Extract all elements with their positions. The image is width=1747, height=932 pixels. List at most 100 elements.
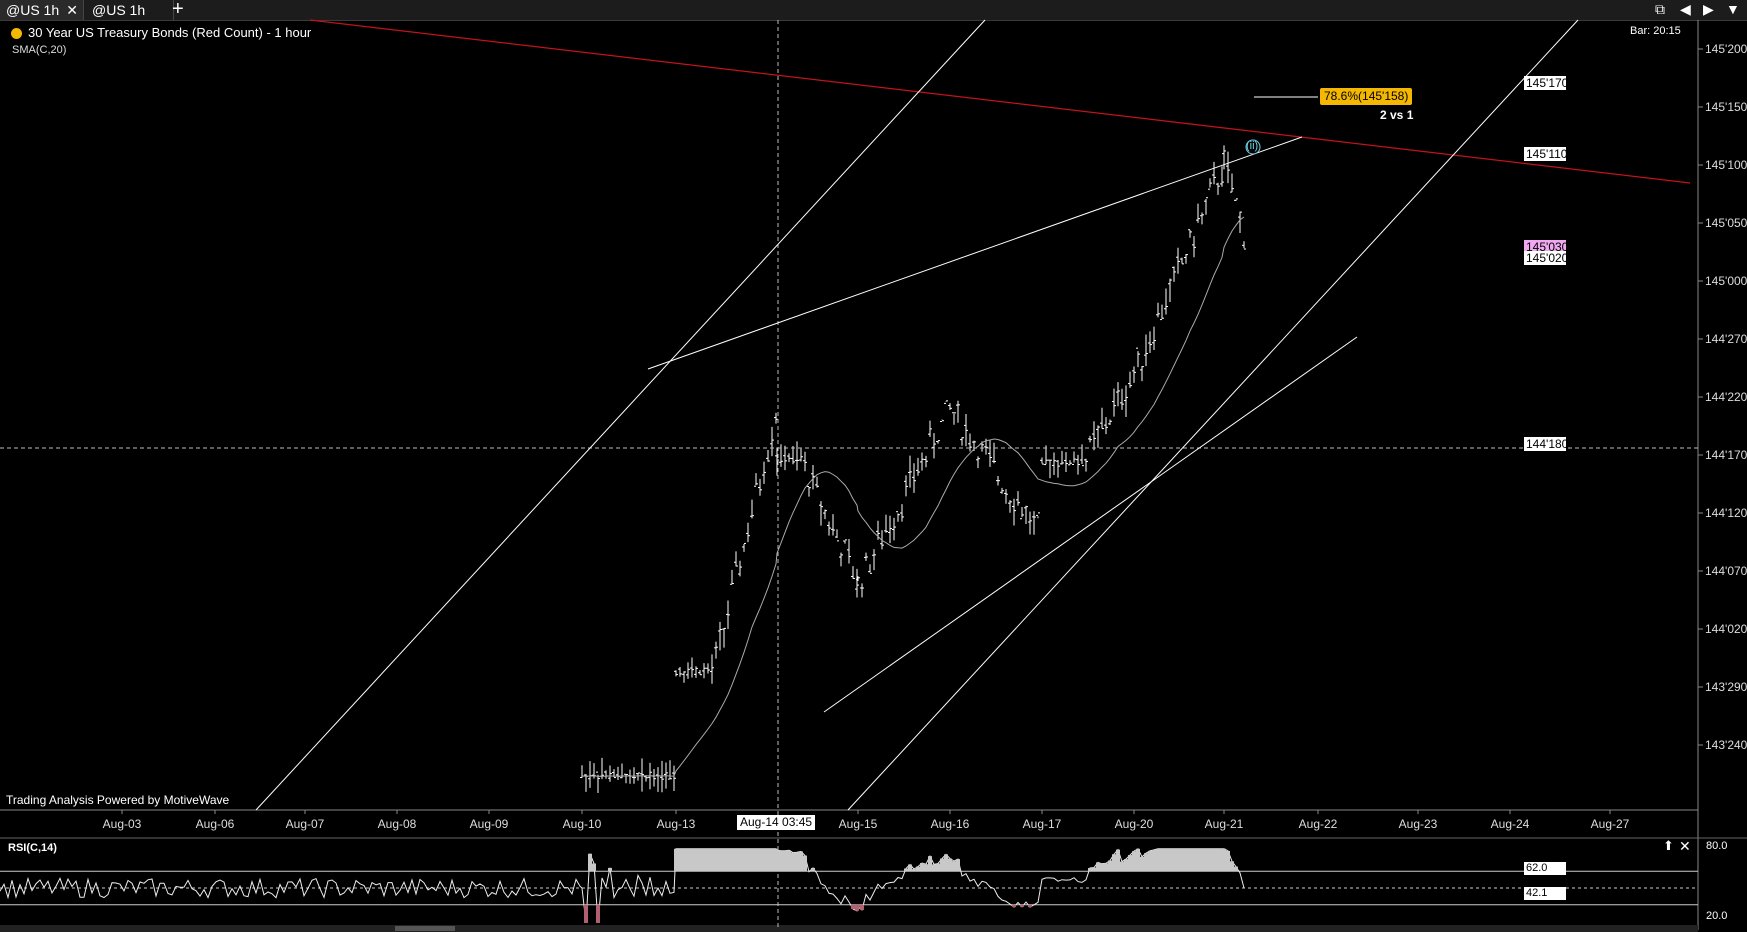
rsi-overbought-fill xyxy=(588,853,592,872)
rsi-oversold-fill xyxy=(1028,904,1032,908)
rsi-tick-20: 20.0 xyxy=(1706,910,1728,922)
rsi-overbought-fill xyxy=(1112,854,1116,872)
rsi-overbought-fill xyxy=(1216,848,1220,872)
rsi-overbought-fill xyxy=(770,848,774,872)
rsi-overbought-fill xyxy=(722,848,726,872)
rsi-overbought-fill xyxy=(1156,848,1160,872)
rsi-overbought-fill xyxy=(1144,853,1148,872)
rsi-oversold-fill xyxy=(584,904,588,923)
y-tick-label: 144'270 xyxy=(1705,332,1747,346)
x-tick-label: Aug-08 xyxy=(378,817,417,831)
rsi-overbought-fill xyxy=(791,852,795,872)
rsi-overbought-fill xyxy=(1184,848,1188,872)
y-tick-label: 145'100 xyxy=(1705,158,1747,172)
rsi-title[interactable]: RSI(C,14) xyxy=(8,842,57,854)
y-tick-label: 145'000 xyxy=(1705,274,1747,288)
rsi-overbought-fill xyxy=(1234,866,1238,872)
rsi-overbought-fill xyxy=(698,848,702,872)
price-tag-high: 145'170 xyxy=(1524,76,1566,90)
rsi-overbought-fill xyxy=(1132,851,1136,872)
rsi-overbought-fill xyxy=(762,848,766,872)
x-tick-label: Aug-24 xyxy=(1491,817,1530,831)
y-tick-label: 144'170 xyxy=(1705,448,1747,462)
x-tick-label: Aug-17 xyxy=(1023,817,1062,831)
red-trendline xyxy=(309,19,1691,184)
rsi-scrollbar-track xyxy=(0,925,1698,932)
rsi-overbought-fill xyxy=(690,848,694,872)
rsi-overbought-fill xyxy=(742,848,746,872)
rsi-overbought-fill xyxy=(1212,848,1216,872)
rsi-overbought-fill xyxy=(1124,859,1128,872)
price-tag-wave: 145'110 xyxy=(1524,147,1566,161)
rsi-overbought-fill xyxy=(1160,848,1164,872)
rsi-overbought-fill xyxy=(956,859,960,872)
close-icon[interactable]: ✕ xyxy=(1679,838,1691,855)
rsi-overbought-fill xyxy=(1136,848,1140,872)
rsi-overbought-fill xyxy=(1176,848,1180,872)
rsi-overbought-fill xyxy=(686,848,690,872)
rsi-overbought-fill xyxy=(1104,863,1108,872)
wave-compare-label: 2 vs 1 xyxy=(1380,108,1414,122)
rsi-overbought-fill xyxy=(726,848,730,872)
x-tick-label: Aug-27 xyxy=(1591,817,1630,831)
rsi-overbought-fill xyxy=(1168,848,1172,872)
rsi-overbought-fill xyxy=(750,848,754,872)
x-tick-label: Aug-23 xyxy=(1399,817,1438,831)
rsi-overbought-fill xyxy=(1120,861,1124,872)
x-tick-label: Aug-21 xyxy=(1205,817,1244,831)
x-tick-label: Aug-16 xyxy=(931,817,970,831)
rsi-scrollbar-thumb xyxy=(395,926,455,931)
price-tag-crosshair: 144'180 xyxy=(1524,437,1566,451)
y-tick-label: 144'220 xyxy=(1705,390,1747,404)
rsi-overbought-fill xyxy=(920,863,924,872)
crosshair-date-tag: Aug-14 03:45 xyxy=(737,815,816,830)
arrow-up-icon[interactable]: ⬆ xyxy=(1663,838,1674,854)
chart-title: 30 Year US Treasury Bonds (Red Count) - … xyxy=(28,25,312,40)
rsi-overbought-fill xyxy=(1204,848,1208,872)
rsi-overbought-fill xyxy=(775,850,779,872)
rsi-oversold-fill xyxy=(856,904,860,907)
rsi-overbought-fill xyxy=(702,848,706,872)
rsi-overbought-fill xyxy=(608,867,612,872)
rsi-overbought-fill xyxy=(758,848,762,872)
watermark: Trading Analysis Powered by MotiveWave xyxy=(6,793,230,807)
y-tick-label: 143'240 xyxy=(1705,738,1747,752)
y-tick-label: 145'150 xyxy=(1705,100,1747,114)
rsi-overbought-fill xyxy=(1164,848,1168,872)
rsi-overbought-fill xyxy=(730,848,734,872)
rsi-overbought-fill xyxy=(912,869,916,872)
rsi-line xyxy=(0,848,1245,924)
rsi-overbought-fill xyxy=(1116,849,1120,872)
rsi-overbought-fill xyxy=(718,848,722,872)
rsi-overbought-fill xyxy=(682,848,686,872)
rsi-overbought-fill xyxy=(783,850,787,872)
bar-time: Bar: 20:15 xyxy=(1630,25,1681,37)
y-tick-label: 144'120 xyxy=(1705,506,1747,520)
rsi-upper-tag: 62.0 xyxy=(1524,862,1566,875)
wave-ii-label[interactable]: (ii) xyxy=(1246,140,1258,152)
sma-indicator-label[interactable]: SMA(C,20) xyxy=(12,44,66,56)
y-tick-label: 145'050 xyxy=(1705,216,1747,230)
rsi-overbought-fill xyxy=(932,864,936,872)
rsi-overbought-fill xyxy=(908,864,912,872)
y-tick-label: 145'200 xyxy=(1705,42,1747,56)
price-tag-last: 145'020 xyxy=(1524,251,1566,265)
rsi-overbought-fill xyxy=(1230,861,1234,872)
rsi-overbought-fill xyxy=(674,848,678,872)
rsi-overbought-fill xyxy=(940,858,944,872)
price-chart[interactable]: 145'200 145'150 145'100 145'050 145'000 144'2… xyxy=(0,0,1747,932)
rsi-overbought-fill xyxy=(936,863,940,872)
channel-line-left xyxy=(255,19,986,811)
x-tick-label: Aug-20 xyxy=(1115,817,1154,831)
rsi-overbought-fill xyxy=(1192,848,1196,872)
rsi-overbought-fill xyxy=(811,867,815,872)
rsi-overbought-fill xyxy=(1222,848,1226,872)
fib-retracement-label[interactable]: 78.6%(145'158) xyxy=(1320,88,1413,105)
x-tick-label: Aug-13 xyxy=(657,817,696,831)
rsi-oversold-fill xyxy=(851,904,855,909)
x-tick-label: Aug-06 xyxy=(196,817,235,831)
x-tick-label: Aug-10 xyxy=(563,817,602,831)
rsi-overbought-fill xyxy=(1208,848,1212,872)
rsi-overbought-fill xyxy=(904,868,908,872)
x-tick-label: Aug-22 xyxy=(1299,817,1338,831)
